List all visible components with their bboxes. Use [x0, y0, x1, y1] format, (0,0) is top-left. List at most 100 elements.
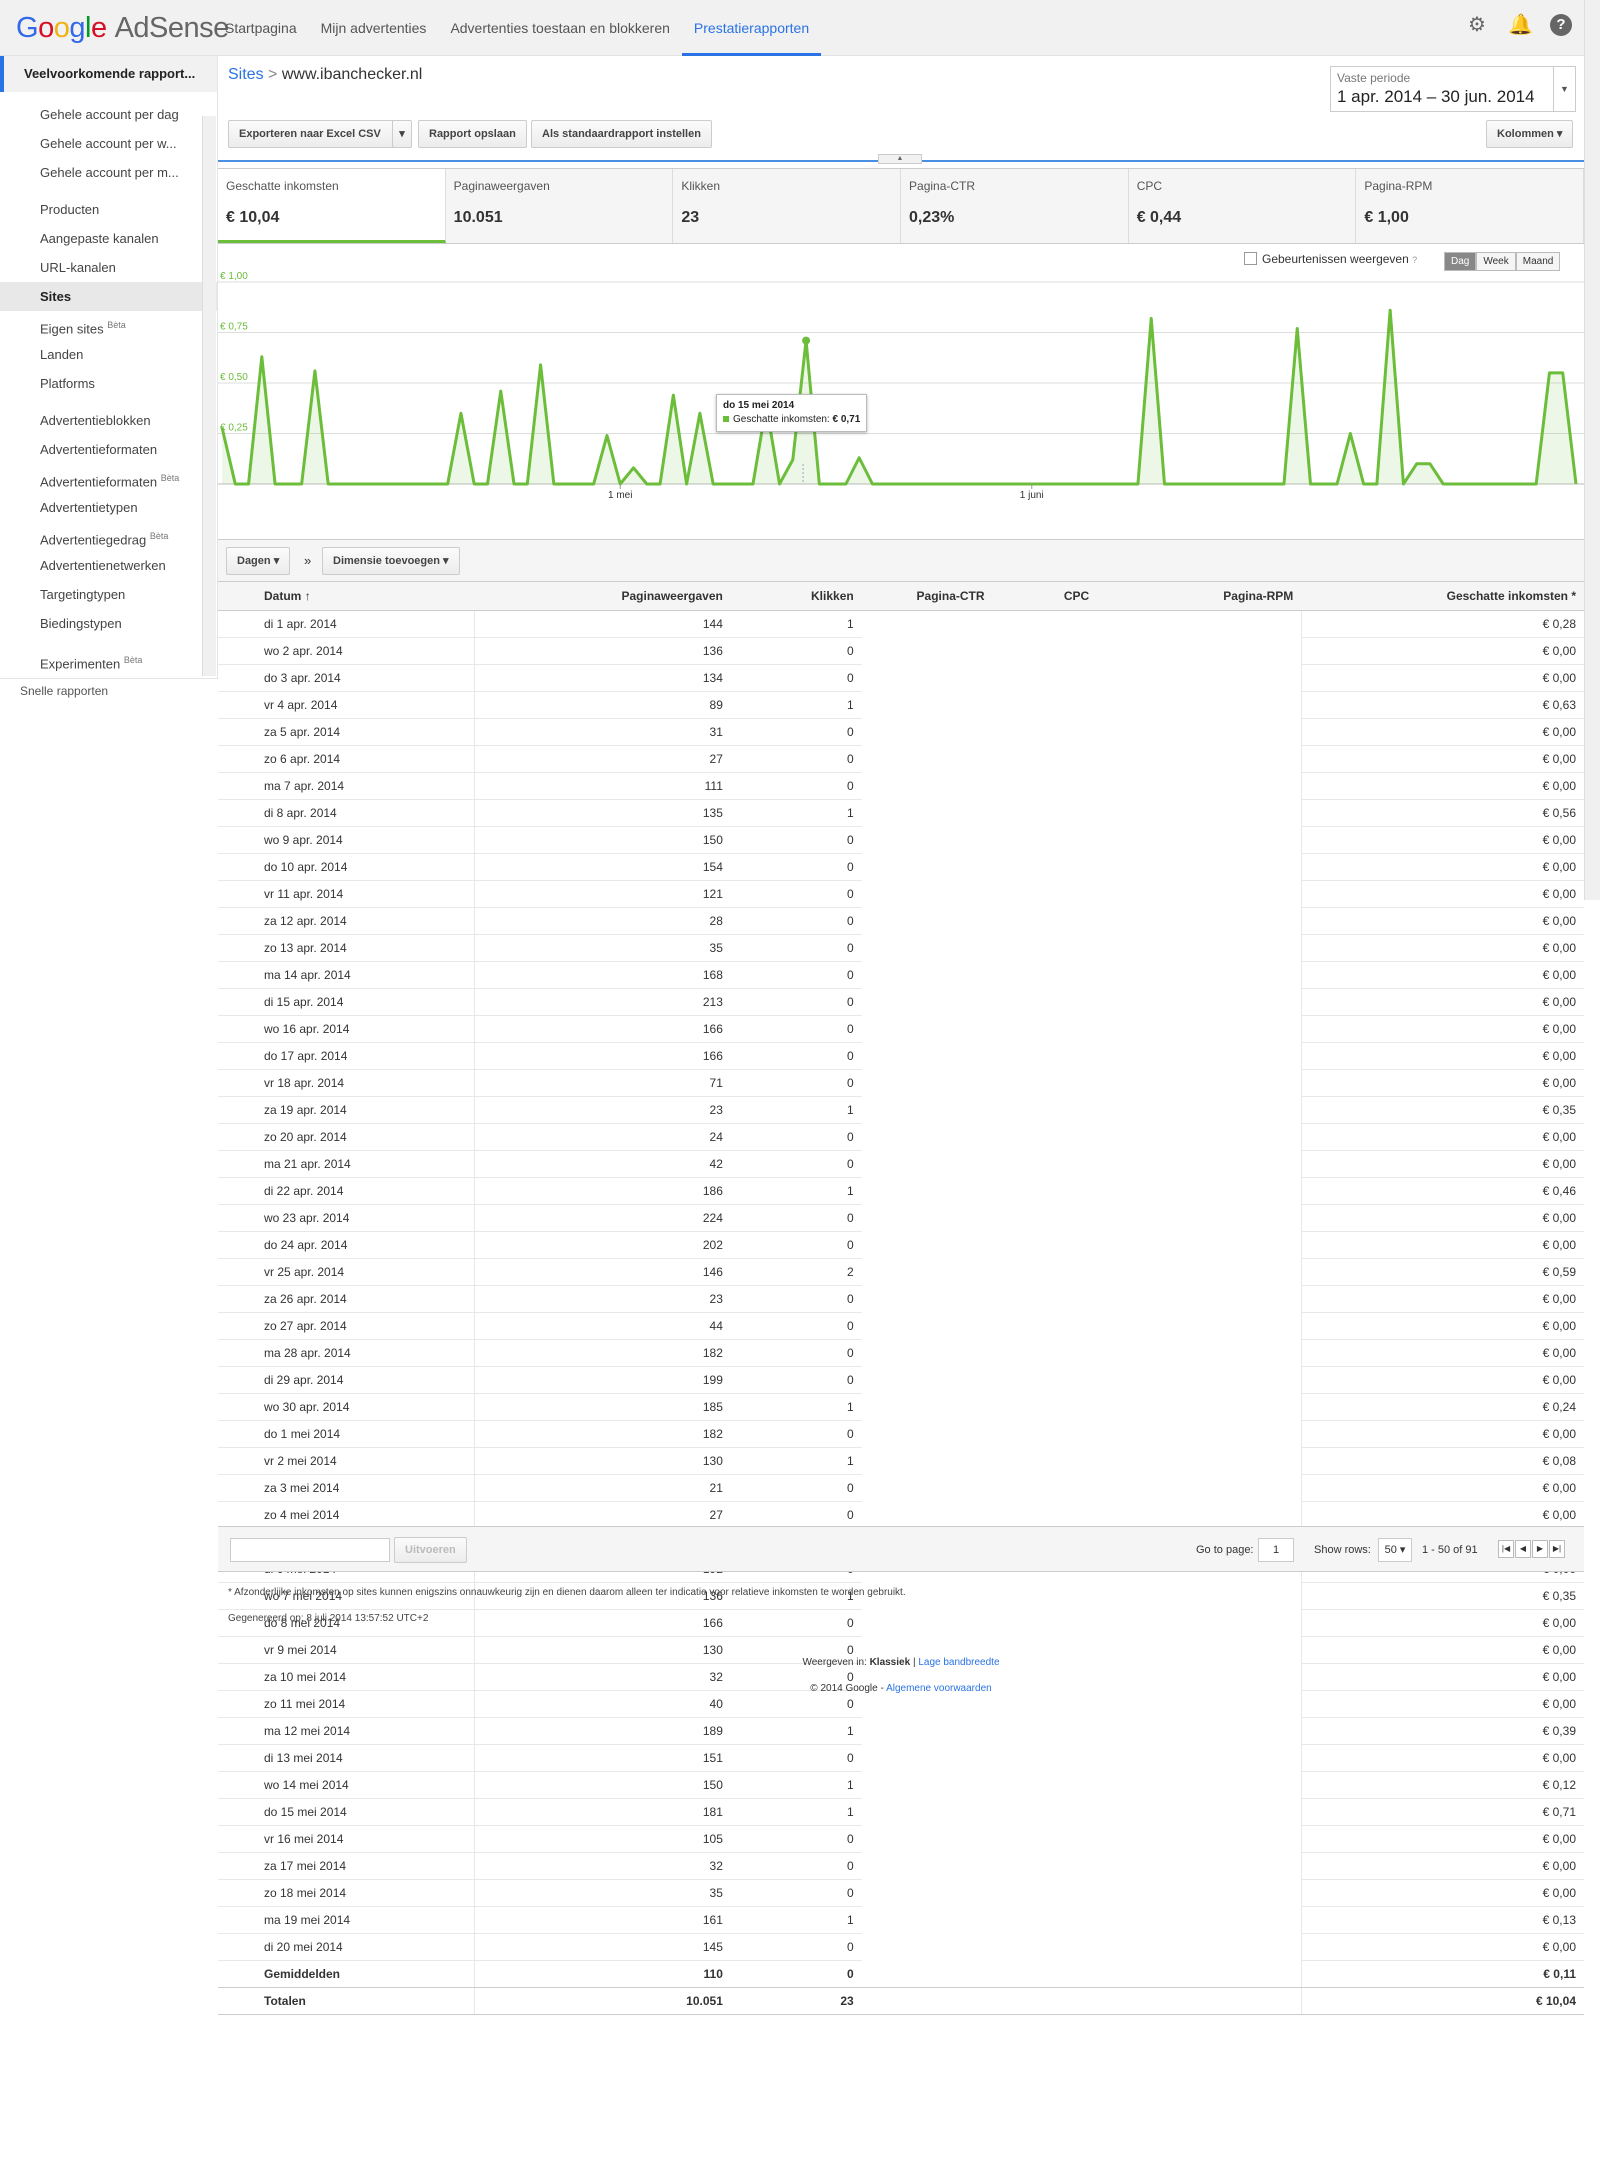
- sidebar-item-advertentieformaten-beta[interactable]: Advertentieformaten Bèta: [0, 464, 217, 493]
- granularity-month[interactable]: Maand: [1515, 252, 1561, 271]
- sidebar-item-account-week[interactable]: Gehele account per w...: [0, 129, 217, 158]
- nav-prestatierapporten[interactable]: Prestatierapporten: [681, 0, 822, 56]
- metric-tab-cpc[interactable]: CPC € 0,44: [1128, 169, 1357, 243]
- days-dropdown[interactable]: Dagen ▾: [226, 547, 291, 575]
- data-point: [990, 483, 993, 486]
- data-point: [1136, 483, 1139, 486]
- cell-inkomsten: € 0,00: [1300, 1285, 1584, 1313]
- cell-paginaweergaven: 71: [474, 1069, 731, 1097]
- terms-link[interactable]: Algemene voorwaarden: [886, 1683, 992, 1694]
- cell-pagina-ctr: [862, 1123, 993, 1150]
- last-page-icon[interactable]: ▶|: [1549, 1540, 1565, 1558]
- sidebar-item-advertentietypen[interactable]: Advertentietypen: [0, 493, 217, 522]
- cell-klikken: 0: [730, 745, 862, 773]
- sidebar-item-producten[interactable]: Producten: [0, 195, 217, 224]
- low-bandwidth-link[interactable]: Lage bandbreedte: [918, 1657, 999, 1668]
- cell-cpc: [993, 880, 1098, 907]
- col-paginaweergaven[interactable]: Paginaweergaven: [474, 582, 731, 611]
- columns-button[interactable]: Kolommen ▾: [1486, 120, 1574, 148]
- col-cpc[interactable]: CPC: [992, 582, 1098, 611]
- set-default-report-button[interactable]: Als standaardrapport instellen: [531, 120, 712, 148]
- metric-tab-pagina-ctr[interactable]: Pagina-CTR 0,23%: [901, 169, 1129, 243]
- rows-select[interactable]: 50 ▾: [1378, 1538, 1412, 1562]
- cell-cpc: [993, 1744, 1098, 1771]
- sidebar-item-url-kanalen[interactable]: URL-kanalen: [0, 253, 217, 282]
- next-page-icon[interactable]: ▶: [1532, 1540, 1548, 1558]
- nav-mijn-advertenties[interactable]: Mijn advertenties: [309, 0, 439, 56]
- run-button[interactable]: Uitvoeren: [394, 1537, 467, 1563]
- col-klikken[interactable]: Klikken: [730, 582, 862, 611]
- sidebar-item-platforms[interactable]: Platforms: [0, 369, 217, 398]
- col-geschatte-inkomsten[interactable]: Geschatte inkomsten *: [1301, 582, 1584, 611]
- data-point: [313, 369, 316, 372]
- google-adsense-logo[interactable]: Google AdSense: [16, 12, 229, 45]
- earnings-chart[interactable]: € 1,00€ 0,75€ 0,50€ 0,251 mei 1 juni: [218, 272, 1584, 540]
- granularity-week[interactable]: Week: [1476, 252, 1516, 271]
- nav-toestaan-blokkeren[interactable]: Advertenties toestaan en blokkeren: [438, 0, 681, 56]
- metric-tab-klikken[interactable]: Klikken 23: [673, 169, 902, 243]
- prev-page-icon[interactable]: ◀: [1515, 1540, 1531, 1558]
- sidebar-section-title[interactable]: Veelvoorkomende rapport...: [0, 56, 217, 92]
- footnote: * Afzonderlijke inkomsten op sites kunne…: [228, 1587, 906, 1598]
- quick-reports-link[interactable]: Snelle rapporten: [0, 678, 218, 702]
- cell-pagina-ctr: [862, 1069, 993, 1096]
- data-point: [221, 426, 224, 429]
- cell-datum: wo 30 apr. 2014: [218, 1393, 475, 1421]
- metric-tab-paginaweergaven[interactable]: Paginaweergaven 10.051: [445, 169, 674, 243]
- sidebar-item-advertentienetwerken[interactable]: Advertentienetwerken: [0, 551, 217, 580]
- sidebar-item-advertentieformaten[interactable]: Advertentieformaten: [0, 435, 217, 464]
- col-pagina-rpm[interactable]: Pagina-RPM: [1097, 582, 1302, 611]
- data-point: [751, 483, 754, 486]
- sidebar-item-account-maand[interactable]: Gehele account per m...: [0, 158, 217, 187]
- sidebar-item-aangepaste-kanalen[interactable]: Aangepaste kanalen: [0, 224, 217, 253]
- metric-tab-inkomsten[interactable]: Geschatte inkomsten € 10,04: [218, 169, 446, 243]
- sidebar-item-landen[interactable]: Landen: [0, 340, 217, 369]
- breadcrumb-sites-link[interactable]: Sites: [228, 66, 264, 83]
- cell-pagina-ctr: [862, 637, 993, 664]
- window-scrollbar[interactable]: [1584, 0, 1600, 900]
- cell-inkomsten: € 0,00: [1300, 745, 1584, 773]
- cell-cpc: [992, 1987, 1098, 2015]
- export-csv-button[interactable]: Exporteren naar Excel CSV: [228, 120, 406, 148]
- add-dimension-dropdown[interactable]: Dimensie toevoegen ▾: [322, 547, 460, 575]
- help-icon[interactable]: ?: [1412, 255, 1417, 265]
- bell-icon[interactable]: 🔔: [1508, 14, 1533, 36]
- events-checkbox[interactable]: [1244, 252, 1257, 265]
- cell-klikken: 0: [730, 772, 862, 800]
- table-row: za 3 mei 2014 21 0 € 0,00: [218, 1474, 1584, 1502]
- save-report-button[interactable]: Rapport opslaan: [418, 120, 527, 148]
- cell-inkomsten: € 0,00: [1300, 1015, 1584, 1043]
- nav-startpagina[interactable]: Startpagina: [213, 0, 309, 56]
- help-icon[interactable]: ?: [1550, 14, 1572, 36]
- col-pagina-ctr[interactable]: Pagina-CTR: [861, 582, 993, 611]
- sidebar-item-targetingtypen[interactable]: Targetingtypen: [0, 580, 217, 609]
- cell-pagina-rpm: [1097, 799, 1301, 826]
- filter-input[interactable]: [230, 1538, 390, 1562]
- date-range-picker[interactable]: Vaste periode 1 apr. 2014 – 30 jun. 2014…: [1330, 66, 1576, 112]
- cell-inkomsten: € 0,13: [1300, 1906, 1584, 1934]
- col-datum[interactable]: Datum ↑: [218, 582, 475, 611]
- table-row: Gemiddelden 110 0 € 0,11: [218, 1960, 1584, 1988]
- sidebar-item-eigen-sites[interactable]: Eigen sites Bèta: [0, 311, 217, 340]
- gear-icon[interactable]: ⚙: [1466, 14, 1488, 36]
- cell-datum: di 29 apr. 2014: [218, 1366, 475, 1394]
- sidebar-item-account-dag[interactable]: Gehele account per dag: [0, 100, 217, 129]
- granularity-day[interactable]: Dag: [1444, 252, 1477, 271]
- sidebar-scrollbar[interactable]: [202, 116, 216, 676]
- metric-tab-pagina-rpm[interactable]: Pagina-RPM € 1,00: [1356, 169, 1585, 243]
- sidebar-item-advertentieblokken[interactable]: Advertentieblokken: [0, 406, 217, 435]
- sidebar-item-experimenten[interactable]: Experimenten Bèta: [0, 646, 217, 675]
- sidebar-item-sites[interactable]: Sites: [0, 282, 217, 311]
- cell-pagina-ctr: [862, 1852, 993, 1879]
- first-page-icon[interactable]: |◀: [1498, 1540, 1514, 1558]
- sidebar-item-advertentiegedrag[interactable]: Advertentiegedrag Bèta: [0, 522, 217, 551]
- chevron-down-icon[interactable]: ▼: [1553, 67, 1575, 111]
- export-dropdown-button[interactable]: ▾: [392, 120, 412, 148]
- cell-datum: za 5 apr. 2014: [218, 718, 475, 746]
- sidebar-item-biedingstypen[interactable]: Biedingstypen: [0, 609, 217, 638]
- table-row: wo 2 apr. 2014 136 0 € 0,00: [218, 637, 1584, 665]
- collapse-handle[interactable]: ▲: [878, 154, 922, 164]
- data-point: [1415, 462, 1418, 465]
- page-number-input[interactable]: 1: [1258, 1538, 1294, 1562]
- data-point: [791, 458, 794, 461]
